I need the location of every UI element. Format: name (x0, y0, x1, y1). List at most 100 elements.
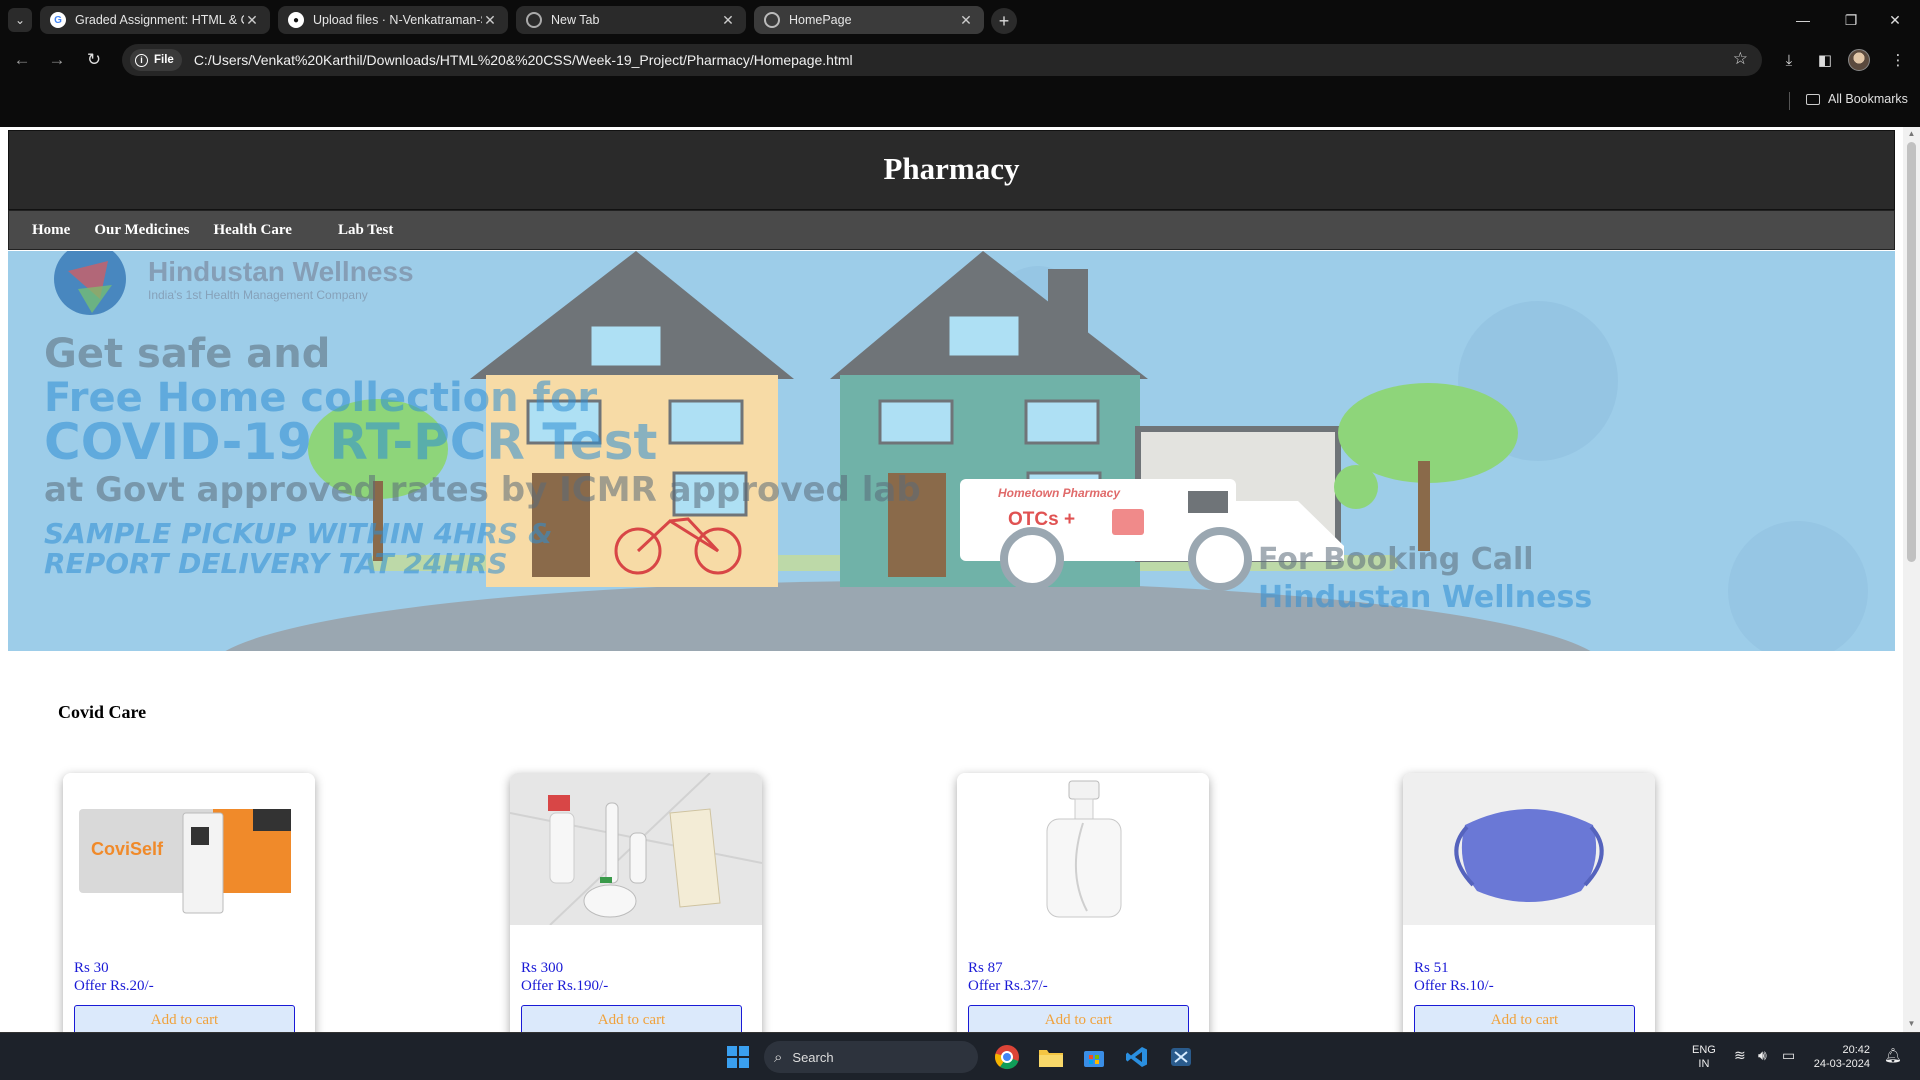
tab-graded-assignment[interactable]: G Graded Assignment: HTML & C ✕ (40, 6, 270, 34)
chrome-icon (995, 1045, 1019, 1070)
nav-our-medicines[interactable]: Our Medicines (94, 222, 189, 239)
profile-avatar[interactable] (1848, 49, 1870, 71)
close-icon[interactable]: ✕ (958, 12, 974, 29)
clock-date: 24-03-2024 (1813, 1058, 1870, 1070)
address-bar[interactable]: i File C:/Users/Venkat%20Karthil/Downloa… (122, 44, 1762, 76)
back-button[interactable]: ← (10, 48, 34, 72)
close-icon: ✕ (1889, 11, 1901, 28)
snipping-tool-icon (1171, 1048, 1191, 1066)
reload-button[interactable]: ↻ (82, 48, 106, 72)
page-viewport: Pharmacy Home Our Medicines Health Care … (0, 120, 1920, 1032)
github-icon: ● (288, 12, 304, 28)
product-card: Rs 87 Offer Rs.37/- Add to cart (957, 773, 1209, 1032)
wifi-icon[interactable]: ≋ (1734, 1047, 1746, 1064)
clock-time: 20:42 (1842, 1044, 1870, 1056)
tab-new-tab[interactable]: New Tab ✕ (516, 6, 746, 34)
site-chip-label: File (154, 54, 174, 66)
scroll-thumb[interactable] (1907, 142, 1916, 562)
taskbar-snipping-tool[interactable] (1165, 1041, 1197, 1073)
taskbar-chrome[interactable] (991, 1041, 1023, 1073)
product-image-face-mask (1403, 773, 1655, 925)
tab-label: HomePage (789, 13, 852, 27)
restore-button[interactable]: ❐ (1836, 8, 1866, 32)
taskbar: ⌕ Search ENG IN ≋ 🔊︎ ▭ 20:42 24-03-2024 … (0, 1032, 1920, 1080)
banner-line-1: Get safe and (44, 331, 330, 377)
tab-homepage[interactable]: HomePage ✕ (754, 6, 984, 34)
site-info-chip[interactable]: i File (130, 49, 182, 71)
url-text[interactable]: C:/Users/Venkat%20Karthil/Downloads/HTML… (194, 52, 853, 68)
product-price: Rs 30 (74, 960, 109, 976)
tab-label: New Tab (551, 13, 600, 27)
download-icon: ⤓ (1785, 51, 1793, 69)
product-offer: Offer Rs.190/- (521, 978, 609, 994)
browser-menu-button[interactable]: ⋮ (1886, 48, 1910, 72)
banner-brand: Hindustan Wellness (148, 256, 414, 287)
volume-icon[interactable]: 🔊︎ (1758, 1047, 1767, 1064)
close-icon[interactable]: ✕ (720, 12, 736, 29)
downloads-button[interactable]: ⤓ (1777, 48, 1801, 72)
product-image-covid-kit (510, 773, 762, 925)
vscode-icon (1126, 1047, 1147, 1067)
banner-tagline: India's 1st Health Management Company (148, 288, 368, 302)
store-icon (1084, 1051, 1104, 1067)
product-price: Rs 300 (521, 960, 564, 976)
notification-bell-icon[interactable]: 🔔︎ (1884, 1047, 1902, 1064)
banner-line-5: SAMPLE PICKUP WITHIN 4HRS & (44, 517, 552, 550)
first-aid-kit-icon (1112, 509, 1144, 535)
site-title: Pharmacy (883, 151, 1020, 186)
tab-search-button[interactable]: ⌄ (8, 8, 32, 32)
chrome-icon (526, 12, 542, 28)
close-window-button[interactable]: ✕ (1880, 8, 1910, 32)
search-icon: ⌕ (774, 1048, 783, 1066)
add-to-cart-button[interactable]: Add to cart (1414, 1005, 1635, 1032)
battery-icon[interactable]: ▭ (1782, 1047, 1795, 1064)
nav-lab-test[interactable]: Lab Test (338, 222, 393, 239)
taskbar-store[interactable] (1078, 1041, 1110, 1073)
scroll-down-icon[interactable]: ▼ (1907, 1019, 1916, 1028)
product-image-antigen-kit: CoviSelf (63, 773, 315, 925)
arrow-right-icon: → (48, 50, 66, 69)
product-card: Rs 300 Offer Rs.190/- Add to cart (510, 773, 762, 1032)
add-to-cart-button[interactable]: Add to cart (521, 1005, 742, 1032)
google-g-icon: G (50, 12, 66, 28)
language-indicator[interactable]: ENG IN (1692, 1043, 1716, 1071)
tab-upload-files[interactable]: ● Upload files · N-Venkatraman-S ✕ (278, 6, 508, 34)
add-to-cart-button[interactable]: Add to cart (74, 1005, 295, 1032)
minimize-button[interactable]: — (1788, 8, 1818, 32)
tab-label: Upload files · N-Venkatraman-S (313, 13, 482, 27)
all-bookmarks-button[interactable]: All Bookmarks (1806, 92, 1908, 106)
bookmarks-separator (1789, 92, 1790, 110)
start-button[interactable] (722, 1041, 754, 1073)
chevron-down-icon: ⌄ (14, 13, 26, 27)
nav-health-care[interactable]: Health Care (213, 222, 291, 239)
taskbar-search[interactable]: ⌕ Search (764, 1041, 978, 1073)
banner-line-3: COVID-19 RT-PCR Test (44, 413, 657, 471)
close-icon[interactable]: ✕ (482, 12, 498, 29)
banner-line-6: REPORT DELIVERY TAT 24HRS (44, 547, 508, 580)
product-card: CoviSelf Rs 30 Offer Rs.20/- Add to cart (63, 773, 315, 1032)
banner-line-4: at Govt approved rates by ICMR approved … (44, 470, 921, 510)
page-scrollbar[interactable]: ▲ ▼ (1903, 127, 1920, 1032)
forward-button[interactable]: → (45, 48, 69, 72)
add-to-cart-button[interactable]: Add to cart (968, 1005, 1189, 1032)
hero-banner: Hindustan Wellness India's 1st Health Ma… (8, 251, 1895, 651)
reload-icon: ↻ (86, 50, 102, 69)
product-price: Rs 87 (968, 960, 1003, 976)
tab-strip: ⌄ G Graded Assignment: HTML & C ✕ ● Uplo… (0, 0, 1920, 40)
region-code: IN (1698, 1058, 1710, 1070)
section-title-covid-care: Covid Care (58, 702, 147, 722)
banner-booking-1: For Booking Call (1258, 542, 1534, 577)
close-icon[interactable]: ✕ (244, 12, 260, 29)
banner-illustration: Hindustan Wellness India's 1st Health Ma… (8, 251, 1895, 651)
browser-toolbar: ← → ↻ i File C:/Users/Venkat%20Karthil/D… (0, 40, 1920, 80)
side-panel-button[interactable]: ◧ (1813, 48, 1837, 72)
star-icon[interactable]: ☆ (1733, 49, 1748, 69)
product-card: Rs 51 Offer Rs.10/- Add to cart (1403, 773, 1655, 1032)
new-tab-button[interactable]: + (991, 8, 1017, 34)
site-nav: Home Our Medicines Health Care Lab Test (8, 210, 1895, 250)
clock[interactable]: 20:42 24-03-2024 (1812, 1043, 1870, 1071)
scroll-up-icon[interactable]: ▲ (1907, 129, 1916, 138)
nav-home[interactable]: Home (32, 222, 70, 239)
taskbar-vscode[interactable] (1121, 1041, 1153, 1073)
taskbar-file-explorer[interactable] (1035, 1041, 1067, 1073)
